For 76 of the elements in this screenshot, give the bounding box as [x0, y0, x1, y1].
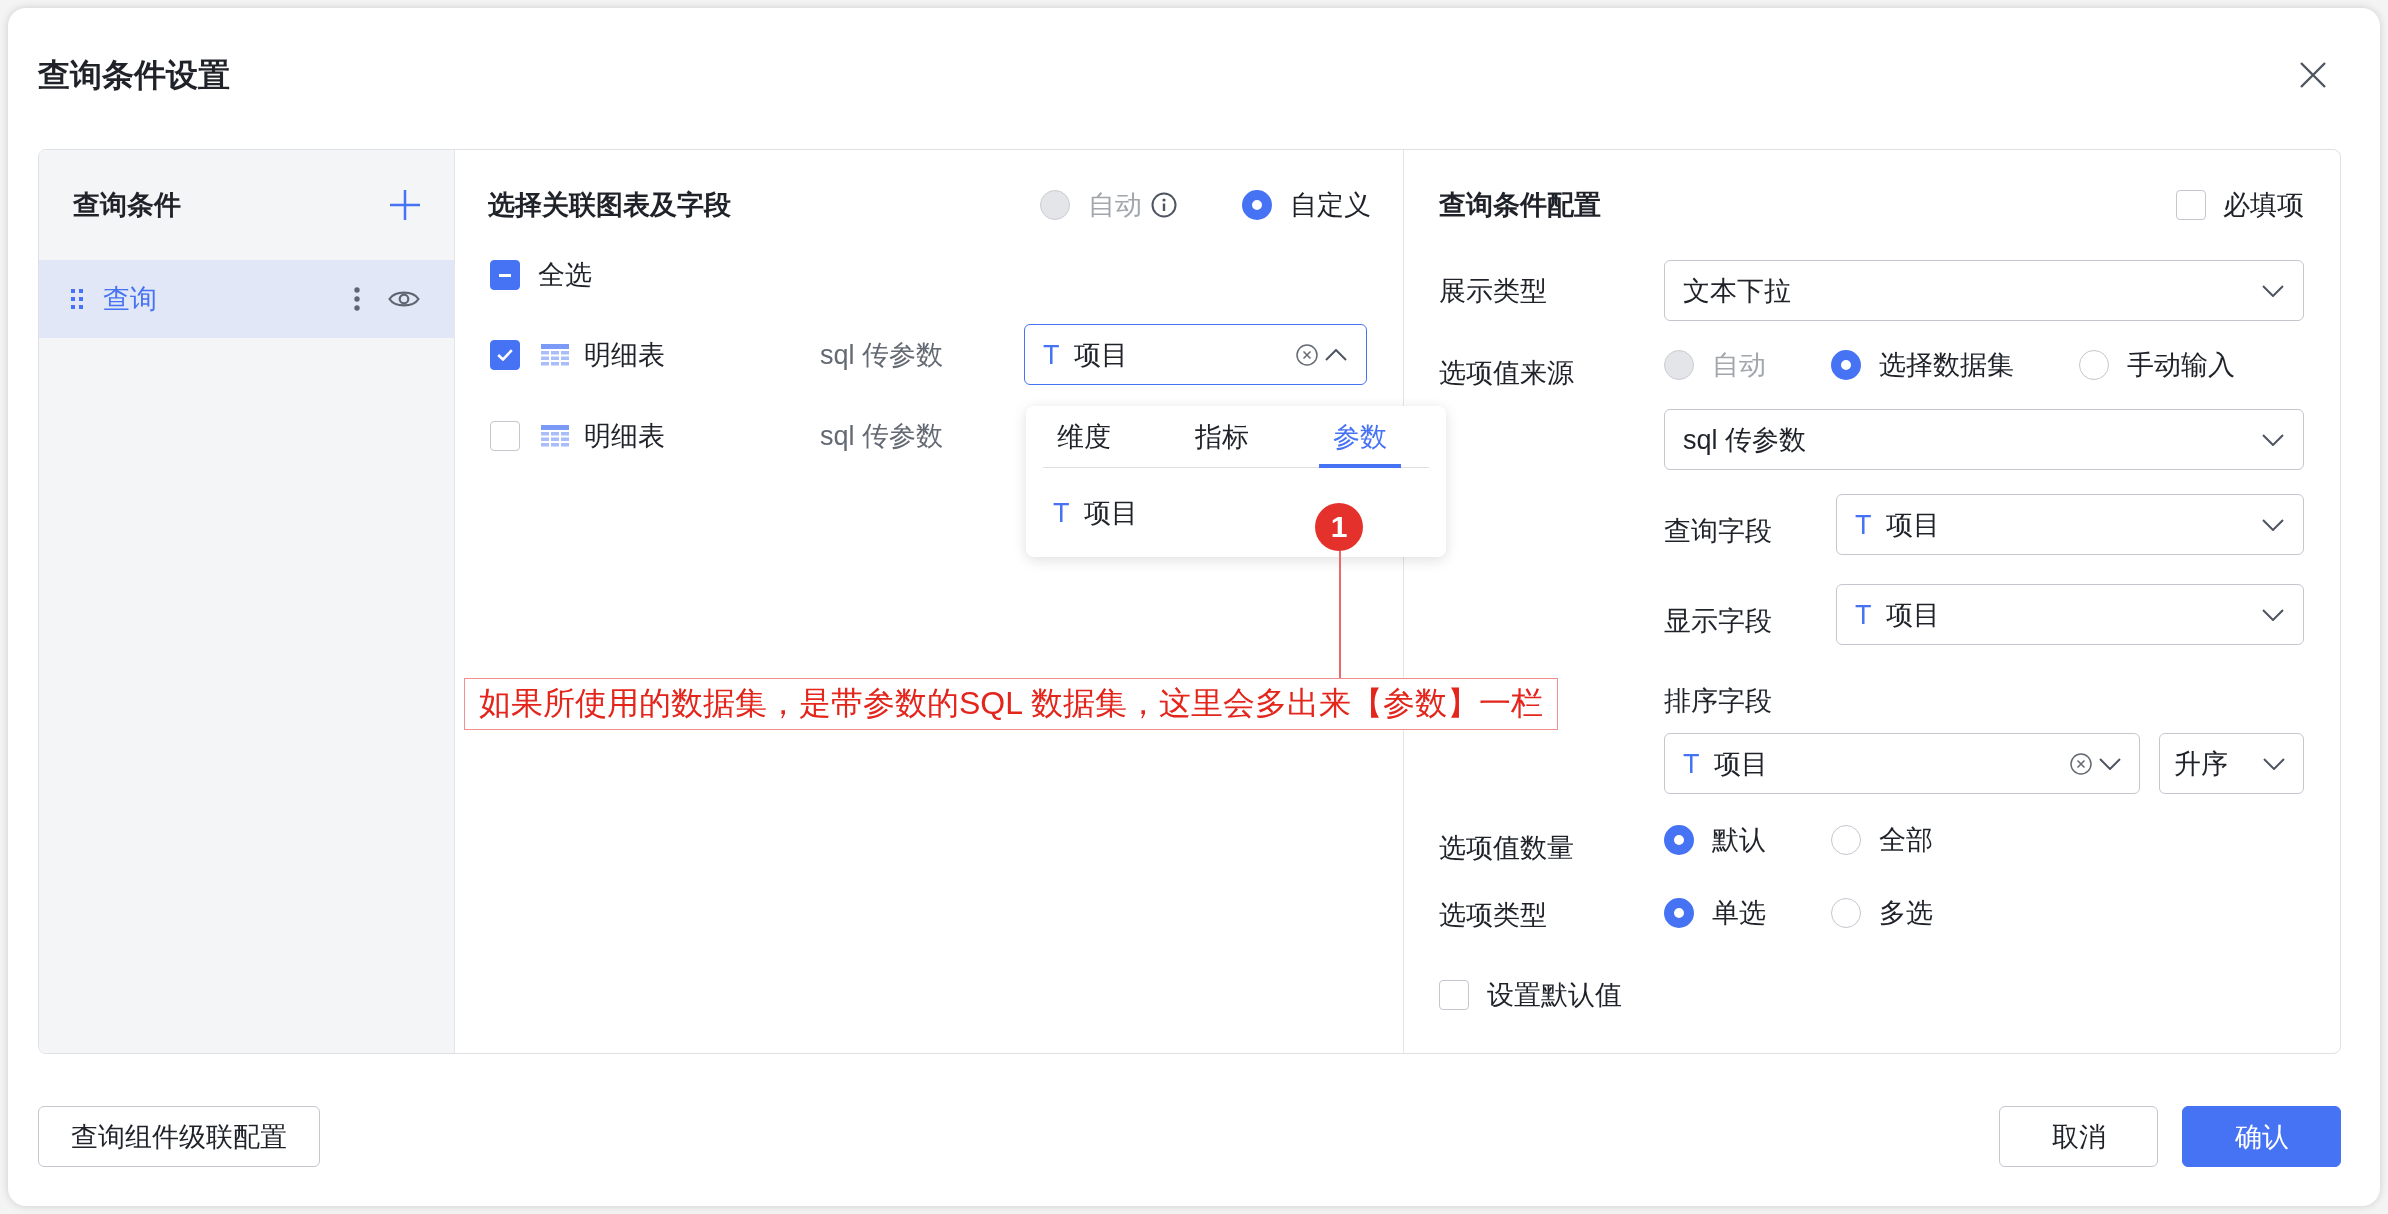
radio-label: 多选 [1879, 897, 1933, 930]
panel-title: 查询条件配置 [1439, 189, 1601, 222]
checkbox[interactable] [490, 420, 520, 451]
checkbox[interactable] [490, 260, 520, 290]
radio-label: 自动 [1088, 189, 1142, 222]
radio-button[interactable] [1831, 350, 1861, 380]
table-icon [541, 424, 569, 447]
checkbox-label: 设置默认值 [1487, 979, 1622, 1012]
text-type-icon: T [1043, 336, 1060, 373]
radio-label: 自动 [1712, 349, 1766, 382]
radio-label: 手动输入 [2127, 349, 2235, 382]
field-label: 查询字段 [1664, 514, 1773, 548]
tab[interactable]: 参数 [1319, 406, 1401, 468]
chevron-down-icon [2262, 433, 2284, 446]
more-icon[interactable] [354, 287, 360, 311]
field-label: 显示字段 [1664, 604, 1773, 638]
select-field[interactable]: 升序 [2159, 733, 2304, 794]
select-field[interactable]: sql 传参数 [1664, 409, 2304, 470]
panel-title: 查询条件 [73, 189, 181, 222]
dataset-name: sql 传参数 [820, 338, 945, 372]
radio-button[interactable] [1831, 825, 1861, 855]
tab[interactable]: 指标 [1181, 406, 1263, 468]
dialog-title: 查询条件设置 [38, 56, 230, 95]
select-field[interactable]: T 项目 [1664, 733, 2140, 794]
table-icon [541, 343, 569, 366]
radio-button[interactable] [1831, 898, 1861, 928]
checkbox-label: 必填项 [2223, 189, 2304, 222]
select-field[interactable]: T 项目 [1836, 494, 2304, 555]
clear-icon[interactable] [1296, 343, 1318, 366]
radio-label: 单选 [1712, 897, 1766, 930]
chevron-up-icon [1325, 348, 1347, 361]
checkbox[interactable] [1439, 980, 1469, 1010]
radio-label: 自定义 [1290, 189, 1371, 222]
close-icon[interactable] [2300, 62, 2326, 88]
cascade-settings-button[interactable]: 查询组件级联配置 [38, 1106, 320, 1167]
drag-handle-icon[interactable] [71, 289, 83, 309]
radio-label: 选择数据集 [1879, 349, 2014, 382]
field-label: 展示类型 [1439, 274, 1548, 308]
chevron-down-icon [2263, 757, 2285, 770]
dropdown-option[interactable]: T 项目 [1043, 482, 1158, 543]
radio-button[interactable] [2079, 350, 2109, 380]
checkmark-icon [497, 348, 513, 361]
dataset-name: sql 传参数 [820, 419, 945, 453]
radio-button[interactable] [1242, 190, 1272, 220]
add-icon[interactable] [390, 190, 420, 220]
checkbox[interactable] [490, 339, 520, 370]
field-label: 选项类型 [1439, 899, 1548, 932]
field-label: 选项值来源 [1439, 357, 1575, 390]
radio-button[interactable] [1664, 898, 1694, 928]
select-field[interactable]: T 项目 [1024, 324, 1367, 385]
radio-label: 默认 [1712, 824, 1766, 857]
chevron-down-icon [2262, 518, 2284, 531]
chevron-down-icon [2262, 608, 2284, 621]
text-type-icon: T [1683, 745, 1700, 782]
clear-icon[interactable] [2070, 752, 2092, 775]
radio-label: 全部 [1879, 824, 1933, 857]
select-field[interactable]: T 项目 [1836, 584, 2304, 645]
tab[interactable]: 维度 [1043, 406, 1125, 468]
radio-button[interactable] [1664, 825, 1694, 855]
confirm-button[interactable]: 确认 [2182, 1106, 2341, 1167]
text-type-icon: T [1855, 506, 1872, 543]
panel-title: 选择关联图表及字段 [488, 189, 731, 222]
table-name: 明细表 [584, 419, 666, 453]
text-type-icon: T [1053, 494, 1070, 531]
chevron-down-icon [2262, 284, 2284, 297]
checkbox[interactable] [2176, 190, 2206, 220]
callout-note: 如果所使用的数据集，是带参数的SQL 数据集，这里会多出来【参数】一栏 [464, 678, 1558, 730]
text-type-icon: T [1855, 596, 1872, 633]
table-name: 明细表 [584, 338, 666, 372]
cancel-button[interactable]: 取消 [1999, 1106, 2158, 1167]
minus-icon [499, 273, 511, 277]
checkbox-label: 全选 [538, 259, 592, 292]
field-label: 排序字段 [1664, 686, 1772, 716]
chevron-down-icon [2099, 757, 2121, 770]
field-label: 选项值数量 [1439, 832, 1575, 865]
select-field[interactable]: 文本下拉 [1664, 260, 2304, 321]
